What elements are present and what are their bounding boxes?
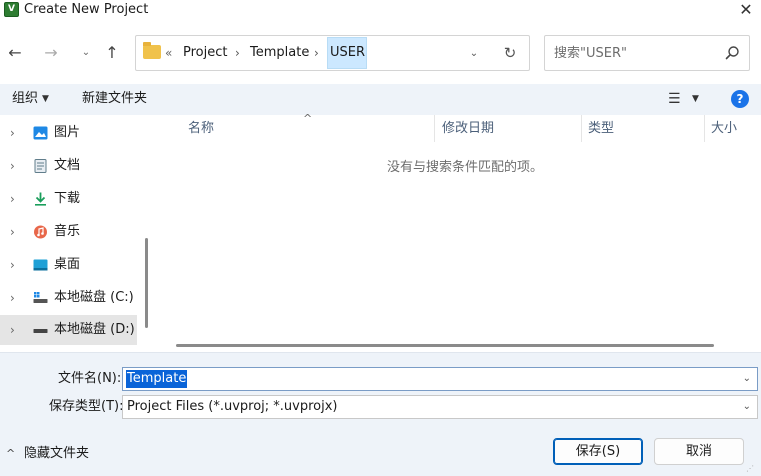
close-button[interactable]: ✕ (735, 0, 757, 22)
address-bar[interactable]: « Project › Template › USER ⌄ ↻ (135, 35, 530, 71)
chevron-down-icon[interactable]: ⌄ (743, 371, 751, 387)
command-toolbar: 组织 ▼ 新建文件夹 ☰ ▼ ? (0, 84, 761, 115)
title-bar: V Create New Project ✕ (0, 0, 761, 22)
column-divider[interactable] (704, 115, 705, 142)
column-divider[interactable] (434, 115, 435, 142)
column-header-row: ^ 名称 修改日期 类型 大小 (155, 112, 761, 142)
sidebar-item-label: 桌面 (54, 257, 81, 272)
sidebar-item-drive-c[interactable]: › 本地磁盘 (C:) (0, 283, 137, 313)
column-type[interactable]: 类型 (588, 121, 614, 137)
address-history-dropdown[interactable]: ⌄ (466, 45, 482, 63)
sidebar-item-label: 本地磁盘 (D:) (54, 322, 135, 337)
refresh-button[interactable]: ↻ (500, 44, 520, 62)
chevron-right-icon[interactable]: › (10, 158, 15, 174)
chevron-right-icon[interactable]: › (10, 257, 15, 273)
chevron-down-icon[interactable]: ⌄ (743, 399, 751, 415)
resize-grip-icon[interactable]: ⋰ (746, 465, 754, 473)
column-date-modified[interactable]: 修改日期 (442, 121, 494, 137)
filename-label: 文件名(N): (58, 371, 122, 386)
search-icon[interactable] (722, 43, 742, 63)
sidebar-item-label: 音乐 (54, 224, 81, 239)
sidebar-item-music[interactable]: › 音乐 (0, 217, 137, 247)
recent-locations-button[interactable]: ⌄ (75, 42, 97, 64)
organize-dropdown-icon[interactable]: ▼ (42, 91, 49, 107)
sidebar-item-pictures[interactable]: › 图片 (0, 118, 137, 148)
filetype-label: 保存类型(T): (49, 399, 124, 414)
chevron-right-icon[interactable]: › (10, 191, 15, 207)
filename-field[interactable]: Template ⌄ (122, 367, 758, 391)
window-title: Create New Project (24, 2, 149, 17)
navigation-pane: › 图片 › 文档 › 下载 › 音乐 › 桌面 › 本地磁盘 (C:) › 本… (0, 115, 152, 352)
forward-button[interactable]: → (40, 42, 62, 64)
sidebar-item-label: 本地磁盘 (C:) (54, 290, 134, 305)
sidebar-item-label: 文档 (54, 158, 81, 173)
chevron-right-icon[interactable]: › (10, 224, 15, 240)
new-folder-button[interactable]: 新建文件夹 (82, 90, 147, 108)
chevron-right-icon[interactable]: › (10, 125, 15, 141)
help-icon[interactable]: ? (731, 90, 749, 108)
downloads-icon (35, 192, 46, 206)
view-options-icon[interactable]: ☰ (668, 90, 681, 108)
hide-folders-label: 隐藏文件夹 (24, 446, 90, 461)
breadcrumb-user[interactable]: USER (330, 43, 365, 63)
search-input[interactable]: 搜索"USER" (544, 35, 750, 71)
view-dropdown-icon[interactable]: ▼ (692, 91, 699, 107)
save-button[interactable]: 保存(S) (553, 438, 643, 465)
breadcrumb-overflow-button[interactable]: « (165, 43, 172, 63)
column-size[interactable]: 大小 (711, 121, 737, 137)
filetype-value: Project Files (*.uvproj; *.uvprojx) (127, 399, 338, 414)
chevron-right-icon[interactable]: › (10, 290, 15, 306)
documents-icon (34, 159, 47, 173)
breadcrumb-separator-icon[interactable]: › (314, 43, 319, 63)
sidebar-item-desktop[interactable]: › 桌面 (0, 250, 137, 280)
column-divider[interactable] (581, 115, 582, 142)
sidebar-item-documents[interactable]: › 文档 (0, 151, 137, 181)
empty-results-message: 没有与搜索条件匹配的项。 (387, 160, 544, 175)
music-icon (34, 225, 47, 239)
column-name[interactable]: 名称 (188, 121, 214, 137)
cancel-button[interactable]: 取消 (654, 438, 744, 465)
save-options-pane: 文件名(N): Template ⌄ 保存类型(T): Project File… (0, 352, 761, 476)
drive-c-icon (33, 292, 48, 303)
pictures-icon (33, 126, 48, 140)
sort-ascending-icon: ^ (303, 112, 313, 125)
breadcrumb-user-highlight[interactable]: USER (327, 37, 367, 69)
filetype-select[interactable]: Project Files (*.uvproj; *.uvprojx) ⌄ (122, 395, 758, 419)
app-icon: V (4, 2, 19, 17)
chevron-up-icon: ^ (6, 447, 16, 460)
up-button[interactable]: ↑ (101, 42, 123, 64)
breadcrumb-separator-icon[interactable]: › (235, 43, 240, 63)
filename-value[interactable]: Template (126, 370, 188, 388)
sidebar-item-downloads[interactable]: › 下载 (0, 184, 137, 214)
breadcrumb-template[interactable]: Template (250, 43, 309, 63)
chevron-right-icon[interactable]: › (10, 322, 15, 338)
organize-button[interactable]: 组织 (12, 90, 38, 108)
horizontal-scrollbar[interactable] (176, 344, 714, 347)
breadcrumb-project[interactable]: Project (183, 43, 227, 63)
drive-d-icon (33, 329, 48, 333)
sidebar-scrollbar[interactable] (145, 238, 148, 328)
navigation-bar: ← → ⌄ ↑ « Project › Template › USER ⌄ ↻ … (0, 22, 761, 84)
file-list: ^ 名称 修改日期 类型 大小 没有与搜索条件匹配的项。 (155, 112, 761, 352)
sidebar-item-drive-d[interactable]: › 本地磁盘 (D:) (0, 315, 137, 345)
sidebar-item-label: 下载 (54, 191, 81, 206)
desktop-icon (33, 259, 48, 271)
back-button[interactable]: ← (4, 42, 26, 64)
sidebar-item-label: 图片 (54, 125, 81, 140)
folder-icon (143, 42, 161, 59)
search-placeholder: 搜索"USER" (554, 46, 627, 61)
